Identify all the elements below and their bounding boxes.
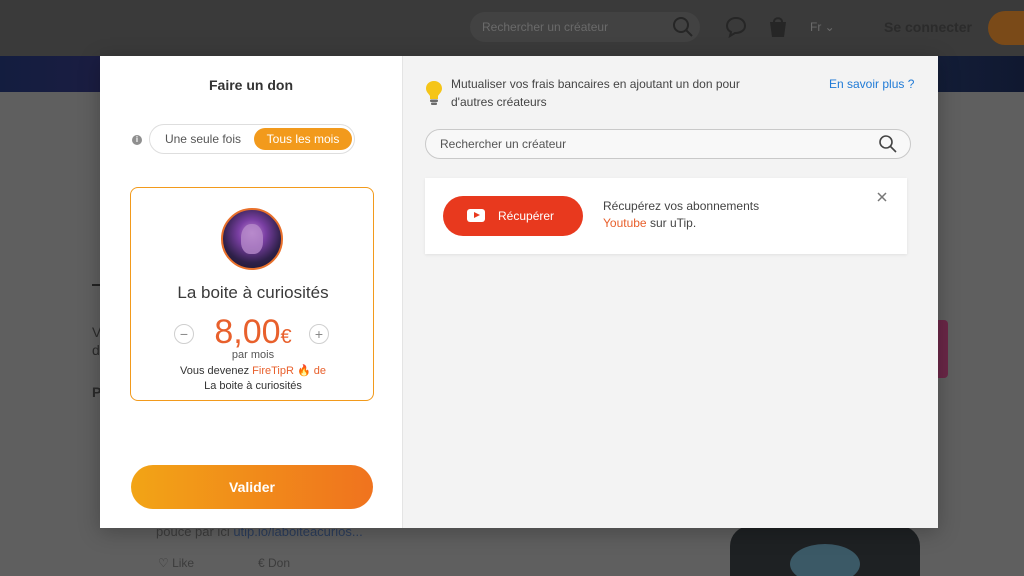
info-icon[interactable]: i xyxy=(132,135,142,145)
merch-print xyxy=(790,544,860,576)
close-icon[interactable] xyxy=(875,190,889,204)
fire-icon: 🔥 xyxy=(297,365,311,377)
lightbulb-icon xyxy=(426,81,442,105)
frequency-toggle: Une seule fois Tous les mois xyxy=(149,124,355,154)
youtube-icon xyxy=(467,209,485,222)
increase-amount-button[interactable]: + xyxy=(309,324,329,344)
header-search-input[interactable]: Rechercher un créateur xyxy=(470,12,700,42)
mutualize-description: Mutualiser vos frais bancaires en ajouta… xyxy=(451,77,740,109)
youtube-import-card: Récupérer Récupérez vos abonnements Yout… xyxy=(425,178,907,254)
search-placeholder: Rechercher un créateur xyxy=(440,137,567,151)
modal-title: Faire un don xyxy=(209,77,293,93)
frequency-monthly-option[interactable]: Tous les mois xyxy=(254,128,352,150)
header-search-icon[interactable] xyxy=(672,16,694,38)
donation-panel: Faire un don i Une seule fois Tous les m… xyxy=(100,56,402,528)
creator-search-input[interactable]: Rechercher un créateur xyxy=(425,129,911,159)
donation-modal: Faire un don i Une seule fois Tous les m… xyxy=(100,56,938,528)
like-button[interactable]: ♡ Like xyxy=(158,556,194,570)
decrease-amount-button[interactable]: − xyxy=(174,324,194,344)
learn-more-link[interactable]: En savoir plus ? xyxy=(829,77,914,91)
creator-donation-card: La boite à curiosités − 8,00€ + par mois… xyxy=(130,187,374,401)
chat-icon[interactable] xyxy=(724,15,748,39)
search-icon[interactable] xyxy=(878,134,898,154)
mutualize-panel: Mutualiser vos frais bancaires en ajouta… xyxy=(402,56,938,528)
don-button[interactable]: € Don xyxy=(258,556,290,570)
cart-icon[interactable] xyxy=(765,14,791,40)
header-cta-button[interactable] xyxy=(988,11,1024,45)
reward-text: Vous devenez FireTipR 🔥 de xyxy=(180,365,326,377)
youtube-recover-button[interactable]: Récupérer xyxy=(443,196,583,236)
creator-avatar xyxy=(221,208,283,270)
period-label: par mois xyxy=(231,349,275,361)
creator-name: La boite à curiosités xyxy=(177,283,329,302)
login-link[interactable]: Se connecter xyxy=(884,19,972,35)
validate-button[interactable]: Valider xyxy=(131,465,373,509)
reward-creator-name: La boite à curiosités xyxy=(204,380,302,392)
amount-stepper: − 8,00€ + xyxy=(131,312,375,352)
frequency-once-option[interactable]: Une seule fois xyxy=(154,128,252,150)
bg-text-fragment: d xyxy=(92,342,100,358)
youtube-import-text: Récupérez vos abonnements Youtube sur uT… xyxy=(603,199,760,230)
language-selector[interactable]: Fr ⌄ xyxy=(810,20,835,34)
